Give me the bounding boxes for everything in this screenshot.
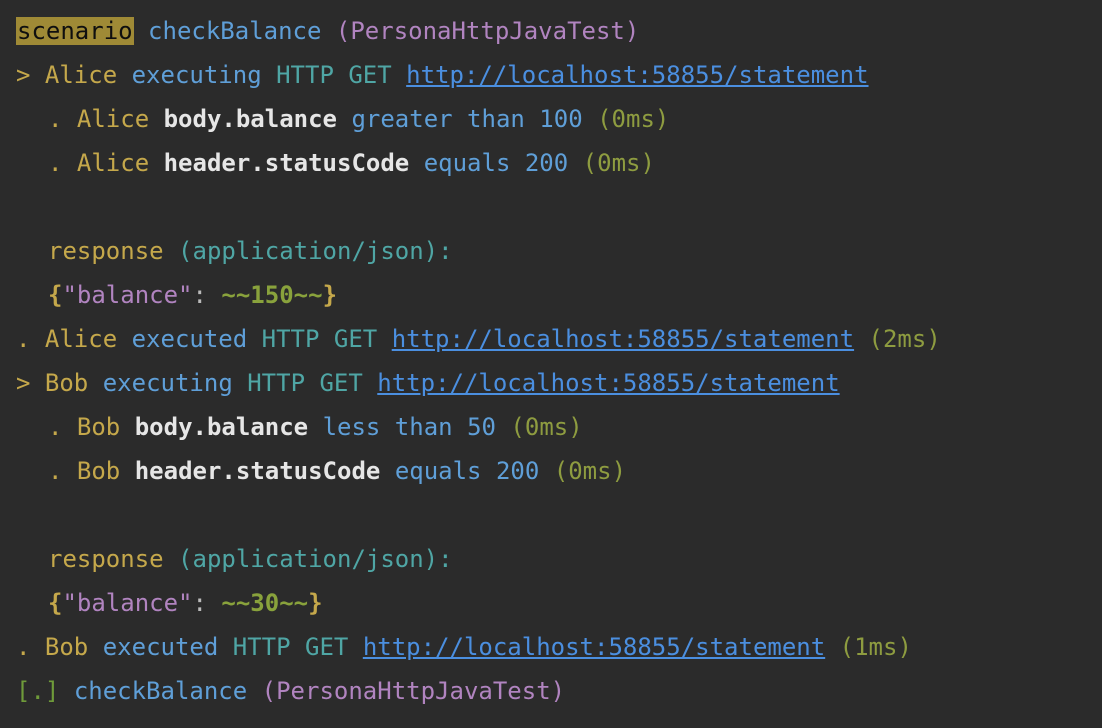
check-time: (0ms): [582, 149, 655, 177]
json-colon: :: [192, 589, 207, 617]
check-time: (0ms): [510, 413, 583, 441]
check-value: 50: [467, 413, 496, 441]
response-content-type: (application/json):: [178, 545, 453, 573]
json-open-brace: {: [48, 281, 63, 309]
check-path: body.balance: [134, 413, 309, 441]
request-time: (1ms): [839, 633, 912, 661]
alice-check-status-line: . Alice header.statusCode equals 200 (0m…: [0, 141, 1102, 185]
scenario-line: scenario checkBalance (PersonaHttpJavaTe…: [0, 9, 1102, 53]
alice-check-balance-line: . Alice body.balance greater than 100 (0…: [0, 97, 1102, 141]
alice-response-header: response (application/json):: [0, 229, 1102, 273]
scenario-keyword: scenario: [16, 17, 134, 45]
http-method: HTTP GET: [261, 325, 378, 353]
response-content-type: (application/json):: [178, 237, 453, 265]
bob-response-body: {"balance": ~~30~~}: [0, 581, 1102, 625]
check-path: header.statusCode: [134, 457, 381, 485]
json-key: "balance": [62, 281, 193, 309]
persona-name: Alice: [44, 61, 118, 89]
response-label: response: [48, 237, 164, 265]
alice-executing-line: > Alice executing HTTP GET http://localh…: [0, 53, 1102, 97]
json-value: ~~30~~: [221, 589, 309, 617]
check-operator: equals: [394, 457, 482, 485]
check-operator: equals: [423, 149, 511, 177]
check-dot: .: [48, 413, 63, 441]
persona-name: Alice: [44, 325, 118, 353]
summary-scenario-name: checkBalance: [73, 677, 248, 705]
persona-name: Bob: [44, 633, 89, 661]
json-open-brace: {: [48, 589, 63, 617]
check-time: (0ms): [597, 105, 670, 133]
scenario-summary-line: [.] checkBalance (PersonaHttpJavaTest): [0, 669, 1102, 713]
check-operator: greater than: [351, 105, 525, 133]
persona-name: Alice: [76, 105, 150, 133]
alice-executed-line: . Alice executed HTTP GET http://localho…: [0, 317, 1102, 361]
summary-status-marker: [.]: [16, 677, 60, 705]
persona-name: Alice: [76, 149, 150, 177]
persona-name: Bob: [76, 413, 121, 441]
persona-name: Bob: [44, 369, 89, 397]
statement-url-link[interactable]: http://localhost:58855/statement: [392, 325, 854, 353]
json-key: "balance": [62, 589, 193, 617]
console-output: scenario checkBalance (PersonaHttpJavaTe…: [0, 0, 1102, 728]
scenario-class: (PersonaHttpJavaTest): [335, 17, 640, 45]
statement-url-link[interactable]: http://localhost:58855/statement: [406, 61, 868, 89]
check-operator: less than: [322, 413, 453, 441]
bob-executing-line: > Bob executing HTTP GET http://localhos…: [0, 361, 1102, 405]
json-close-brace: }: [322, 281, 338, 309]
summary-scenario-class: (PersonaHttpJavaTest): [261, 677, 566, 705]
http-method: HTTP GET: [247, 369, 363, 397]
check-dot: .: [48, 105, 63, 133]
check-path: body.balance: [163, 105, 337, 133]
exec-marker: >: [16, 369, 31, 397]
check-value: 100: [539, 105, 583, 133]
check-dot: .: [48, 457, 63, 485]
bob-response-header: response (application/json):: [0, 537, 1102, 581]
bob-check-status-line: . Bob header.statusCode equals 200 (0ms): [0, 449, 1102, 493]
check-value: 200: [495, 457, 540, 485]
check-dot: .: [48, 149, 63, 177]
http-method: HTTP GET: [232, 633, 349, 661]
alice-response-body: {"balance": ~~150~~}: [0, 273, 1102, 317]
json-value: ~~150~~: [221, 281, 323, 309]
statement-url-link[interactable]: http://localhost:58855/statement: [377, 369, 839, 397]
check-value: 200: [524, 149, 569, 177]
check-path: header.statusCode: [163, 149, 410, 177]
bob-check-balance-line: . Bob body.balance less than 50 (0ms): [0, 405, 1102, 449]
exec-marker: >: [16, 61, 31, 89]
response-label: response: [48, 545, 164, 573]
persona-name: Bob: [76, 457, 121, 485]
executed-label: executed: [102, 633, 219, 661]
done-marker: .: [16, 325, 31, 353]
done-marker: .: [16, 633, 31, 661]
http-method: HTTP GET: [276, 61, 392, 89]
statement-url-link[interactable]: http://localhost:58855/statement: [363, 633, 825, 661]
scenario-name: checkBalance: [148, 17, 322, 45]
bob-executed-line: . Bob executed HTTP GET http://localhost…: [0, 625, 1102, 669]
check-time: (0ms): [553, 457, 627, 485]
executing-label: executing: [131, 61, 262, 89]
request-time: (2ms): [868, 325, 941, 353]
json-colon: :: [192, 281, 207, 309]
executing-label: executing: [102, 369, 233, 397]
executed-label: executed: [131, 325, 248, 353]
json-close-brace: }: [308, 589, 323, 617]
